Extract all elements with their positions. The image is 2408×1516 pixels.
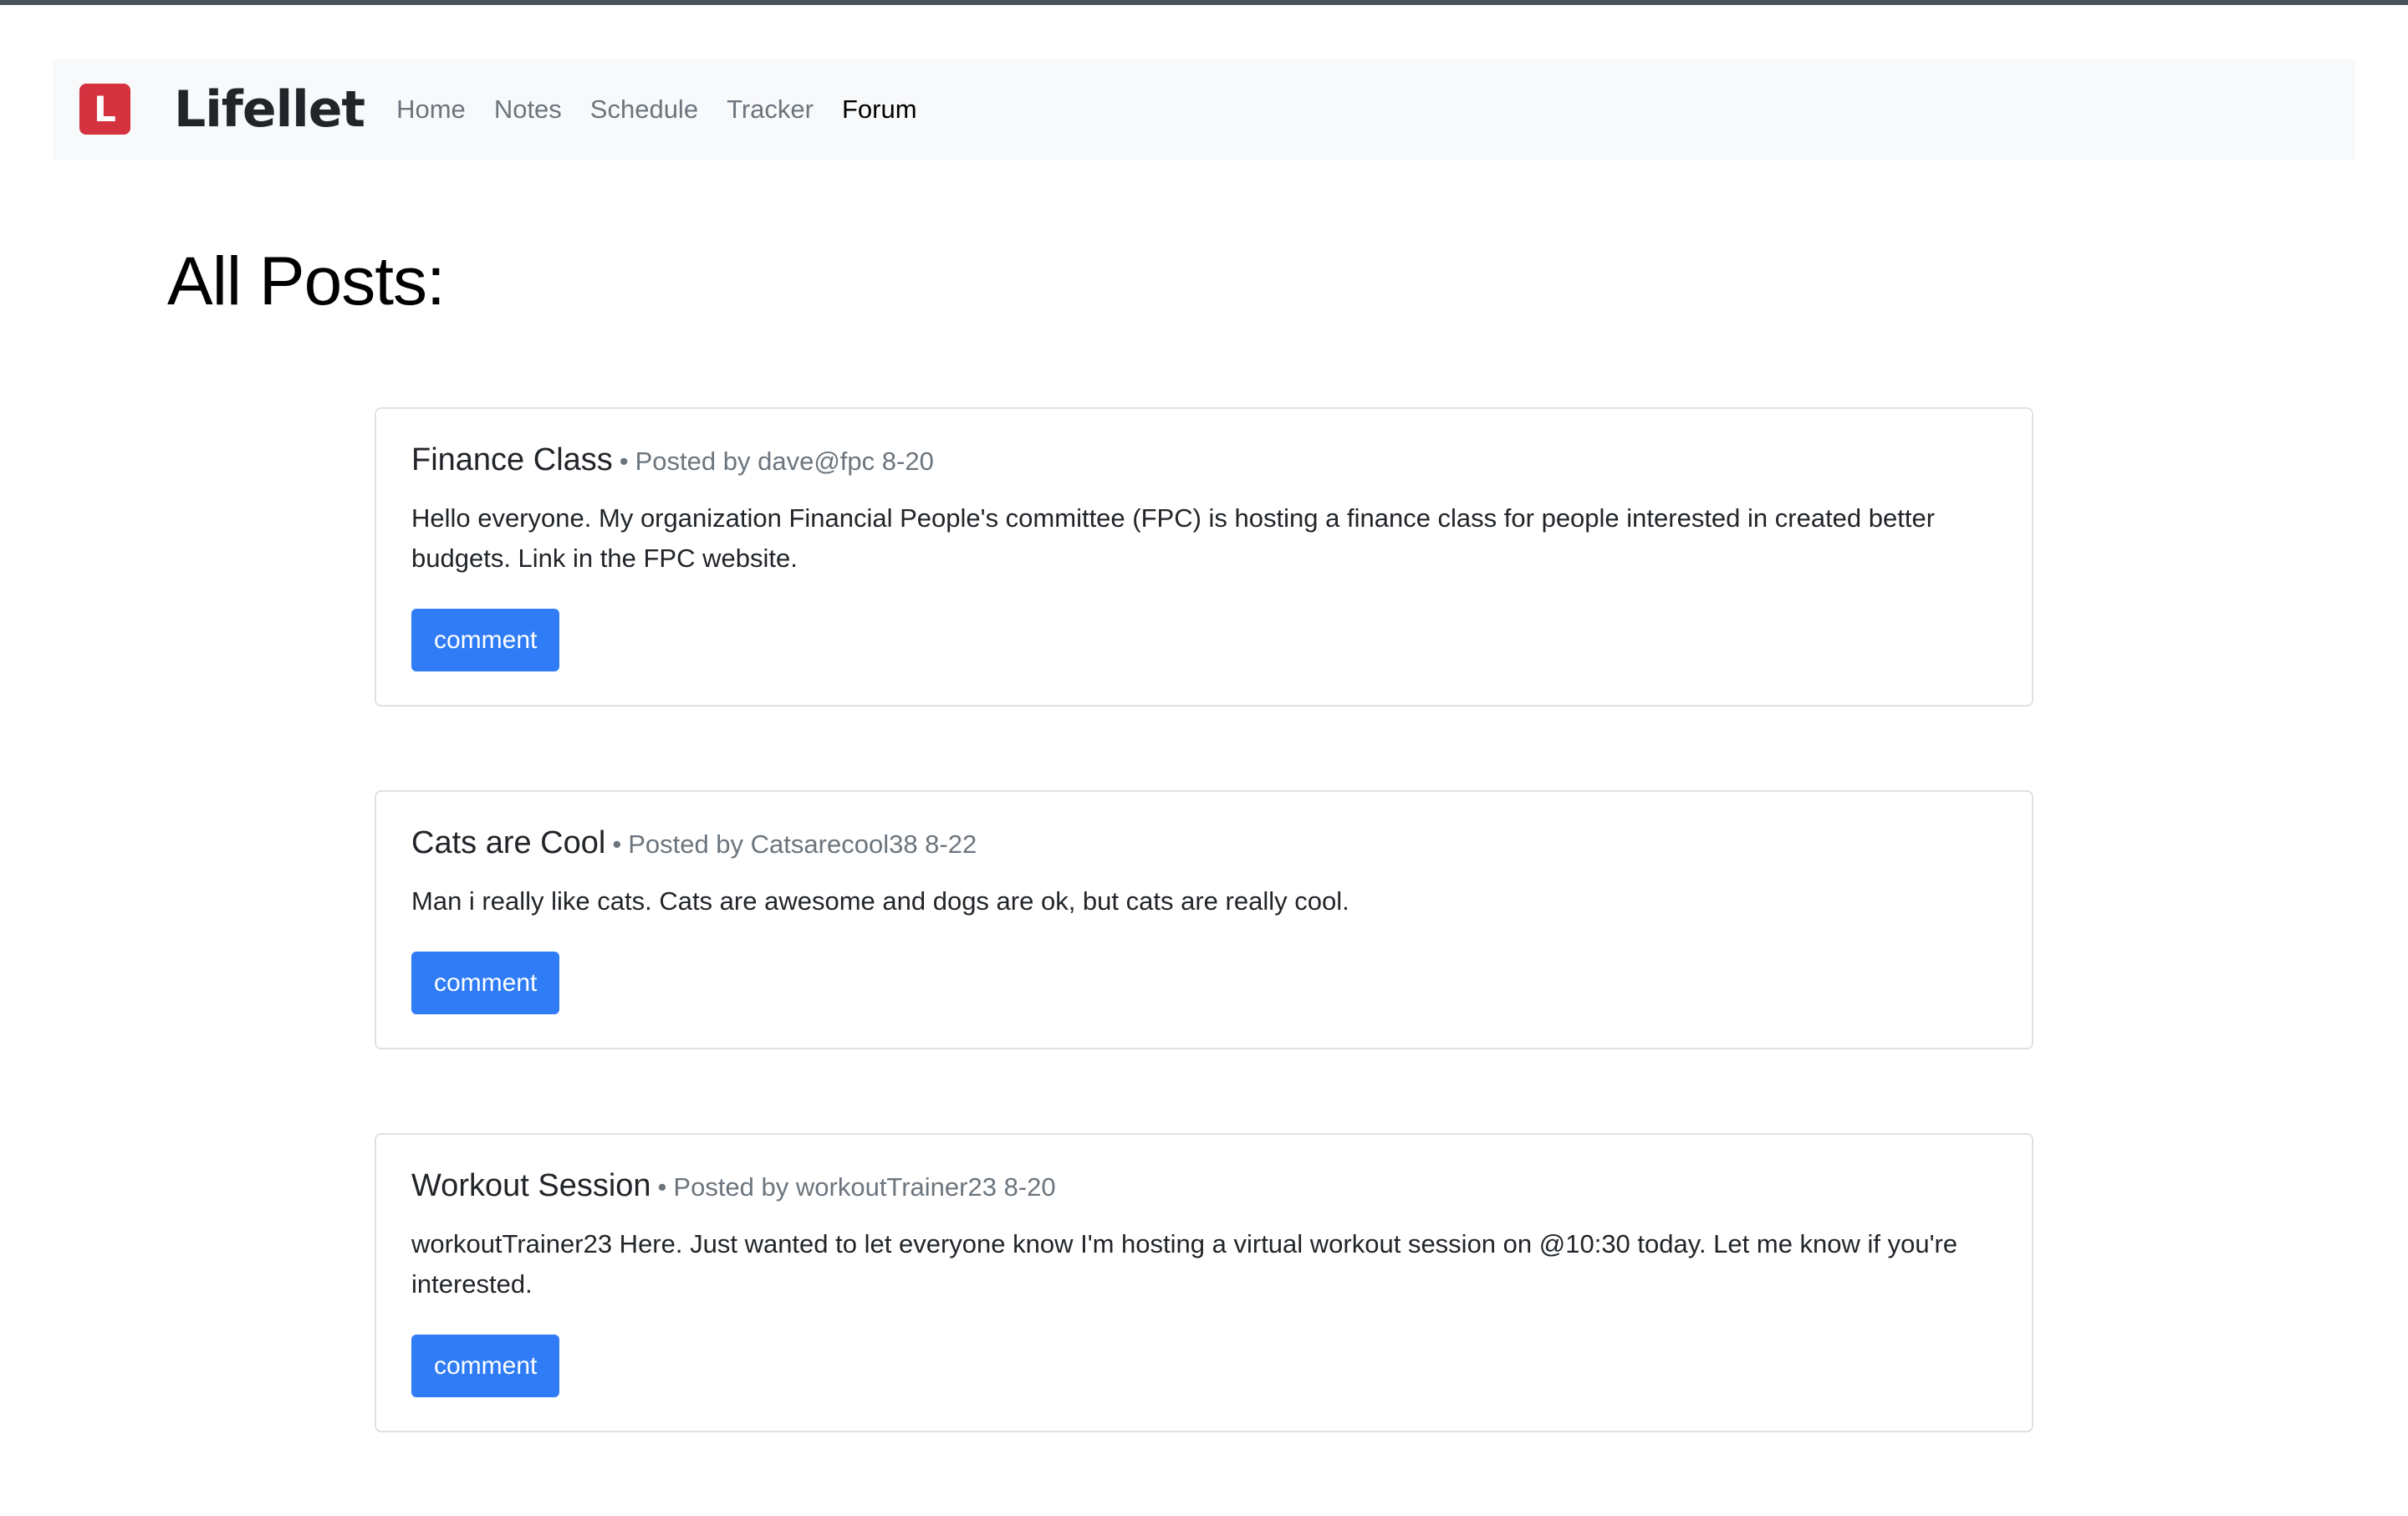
post-separator: • [612, 829, 622, 859]
post-header: Workout Session • Posted by workoutTraine… [411, 1168, 1997, 1204]
post-header: Cats are Cool • Posted by Catsarecool38 8… [411, 825, 1997, 861]
post-header: Finance Class • Posted by dave@fpc 8-20 [411, 442, 1997, 478]
post-list: Finance Class • Posted by dave@fpc 8-20 H… [375, 407, 2033, 1516]
post-separator: • [657, 1172, 667, 1202]
post-card: Workout Session • Posted by workoutTraine… [375, 1133, 2033, 1432]
post-separator: • [619, 447, 629, 476]
post-meta: • Posted by workoutTrainer23 8-20 [658, 1172, 1056, 1202]
post-card: Cats are Cool • Posted by Catsarecool38 8… [375, 790, 2033, 1049]
comment-button[interactable]: comment [411, 609, 560, 671]
comment-button[interactable]: comment [411, 952, 560, 1014]
post-card: Finance Class • Posted by dave@fpc 8-20 H… [375, 407, 2033, 707]
top-border [0, 0, 2408, 5]
logo-letter: L [94, 88, 116, 130]
brand-name[interactable]: Lifellet [174, 80, 365, 139]
nav-item-schedule[interactable]: Schedule [590, 94, 698, 125]
post-author-date: Posted by workoutTrainer23 8-20 [673, 1172, 1056, 1202]
nav-links: Home Notes Schedule Tracker Forum [396, 94, 916, 125]
comment-button[interactable]: comment [411, 1335, 560, 1397]
post-title: Finance Class [411, 442, 613, 477]
page-title: All Posts: [167, 243, 446, 319]
nav-item-home[interactable]: Home [396, 94, 466, 125]
post-body: workoutTrainer23 Here. Just wanted to le… [411, 1229, 1958, 1299]
nav-item-notes[interactable]: Notes [494, 94, 562, 125]
post-meta: • Posted by Catsarecool38 8-22 [612, 829, 977, 860]
nav-item-tracker[interactable]: Tracker [727, 94, 814, 125]
post-title: Workout Session [411, 1168, 651, 1203]
post-author-date: Posted by Catsarecool38 8-22 [628, 829, 977, 859]
post-author-date: Posted by dave@fpc 8-20 [635, 447, 934, 476]
post-body: Man i really like cats. Cats are awesome… [411, 886, 1349, 916]
post-body: Hello everyone. My organization Financia… [411, 503, 1936, 573]
logo-icon[interactable]: L [79, 84, 130, 135]
post-title: Cats are Cool [411, 825, 606, 860]
navbar: L Lifellet Home Notes Schedule Tracker F… [53, 59, 2355, 160]
post-meta: • Posted by dave@fpc 8-20 [620, 447, 934, 477]
nav-item-forum[interactable]: Forum [842, 94, 917, 125]
